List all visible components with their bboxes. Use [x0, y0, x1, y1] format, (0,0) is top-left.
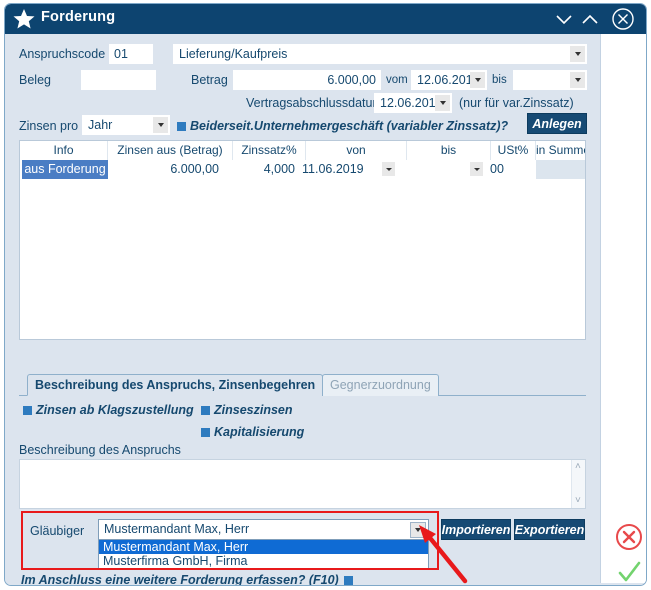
vertragsabschlussdatum-value: 12.06.2019 — [380, 96, 443, 110]
beleg-label: Beleg — [19, 73, 51, 87]
chevron-down-icon[interactable] — [410, 522, 426, 538]
forderung-dialog: Forderung Anspruchscode 01 Lieferung/Kau… — [4, 3, 647, 586]
checkbox-square-icon[interactable] — [201, 406, 210, 416]
cell-info[interactable]: aus Forderung — [22, 160, 108, 179]
list-item[interactable]: Mustermandant Max, Herr — [99, 540, 428, 554]
vertragsabschlussdatum-combo[interactable]: 12.06.2019 — [374, 93, 452, 113]
weitere-forderung-label: Im Anschluss eine weitere Forderung erfa… — [21, 573, 339, 586]
cell-von-chevron-down-icon[interactable] — [382, 162, 395, 176]
checkbox-zinsen-ab-klagszustellung-label: Zinsen ab Klagszustellung — [36, 403, 194, 417]
title-bar: Forderung — [5, 4, 646, 34]
beleg-input[interactable] — [81, 70, 156, 90]
grid-col-zinsen-aus: Zinsen aus (Betrag) — [108, 141, 233, 160]
tab-strip: Beschreibung des Anspruchs, Zinsenbegehr… — [19, 374, 586, 396]
cell-bis-chevron-down-icon[interactable] — [470, 162, 483, 176]
chevron-down-icon[interactable] — [570, 72, 585, 88]
bis-date-combo[interactable] — [513, 70, 587, 90]
chevron-down-icon[interactable] — [551, 6, 577, 32]
window-title: Forderung — [41, 9, 116, 25]
vom-date-combo[interactable]: 12.06.2019 — [411, 70, 487, 90]
star-icon — [12, 7, 36, 31]
glaeubiger-selected-value: Mustermandant Max, Herr — [104, 522, 250, 536]
importieren-button-label: Importieren — [441, 522, 511, 537]
textarea-scrollbar[interactable]: ˄ ˅ — [571, 460, 585, 508]
vom-label: vom — [386, 74, 408, 86]
checkbox-zinseszinsen-label: Zinseszinsen — [214, 403, 293, 417]
cell-zinsen-aus-betrag[interactable]: 6.000,00 — [108, 160, 226, 179]
grid-header-row: Info Zinsen aus (Betrag) Zinssatz% von b… — [20, 141, 585, 160]
checkbox-square-icon[interactable] — [343, 576, 353, 585]
checkbox-square-icon[interactable] — [201, 428, 210, 438]
cancel-button[interactable] — [613, 521, 645, 553]
zinsen-pro-label: Zinsen pro — [19, 119, 79, 133]
application-window: Forderung Anspruchscode 01 Lieferung/Kau… — [0, 0, 651, 590]
zinsen-pro-combo[interactable]: Jahr — [82, 115, 170, 135]
scroll-down-icon[interactable]: ˅ — [575, 496, 581, 506]
cell-zinssatz[interactable]: 4,000 — [226, 160, 299, 179]
glaeubiger-label: Gläubiger — [30, 524, 85, 538]
glaeubiger-dropdown-list[interactable]: Mustermandant Max, Herr Musterfirma GmbH… — [98, 539, 429, 569]
weitere-forderung-checkbox[interactable]: Im Anschluss eine weitere Forderung erfa… — [21, 573, 353, 586]
anspruchsart-value: Lieferung/Kaufpreis — [179, 47, 288, 61]
vertragsabschlussdatum-label: Vertragsabschlussdatum — [246, 96, 383, 110]
tab-gegnerzuordnung-label: Gegnerzuordnung — [330, 378, 431, 392]
grid-col-in-summe: in Summe — [536, 143, 585, 157]
beschreibung-textarea[interactable]: ˄ ˅ — [19, 459, 586, 509]
beschreibung-label: Beschreibung des Anspruchs — [19, 443, 181, 457]
tab-gegnerzuordnung[interactable]: Gegnerzuordnung — [322, 374, 439, 396]
list-item[interactable]: Musterfirma GmbH, Firma — [99, 554, 428, 568]
checkbox-kapitalisierung[interactable]: Kapitalisierung — [201, 425, 304, 439]
zinsen-pro-value: Jahr — [88, 118, 113, 132]
checkbox-kapitalisierung-label: Kapitalisierung — [214, 425, 305, 439]
unternehmergeschaeft-checkbox[interactable]: Beiderseit.Unternehmergeschäft (variable… — [177, 119, 508, 133]
action-gutter — [600, 34, 646, 583]
betrag-label: Betrag — [191, 73, 228, 87]
confirm-button[interactable] — [613, 556, 645, 585]
table-row[interactable]: aus Forderung 6.000,00 4,000 11.06.2019 … — [20, 160, 585, 179]
cell-von[interactable]: 11.06.2019 — [302, 160, 378, 179]
importieren-button[interactable]: Importieren — [441, 519, 511, 540]
grid-col-von: von — [306, 141, 407, 160]
grid-col-bis: bis — [407, 141, 491, 160]
dialog-body: Anspruchscode 01 Lieferung/Kaufpreis Bel… — [5, 34, 646, 586]
chevron-down-icon[interactable] — [435, 95, 450, 111]
checkbox-square-icon[interactable] — [177, 122, 186, 132]
anlegen-button-label: Anlegen — [532, 116, 582, 131]
scroll-up-icon[interactable]: ˄ — [575, 462, 581, 472]
chevron-down-icon[interactable] — [570, 46, 585, 62]
cell-ust[interactable]: 00 — [490, 160, 534, 179]
close-icon[interactable] — [610, 6, 636, 32]
anspruchscode-input[interactable]: 01 — [109, 44, 153, 64]
chevron-down-icon[interactable] — [470, 72, 485, 88]
glaeubiger-combo[interactable]: Mustermandant Max, Herr — [98, 519, 429, 540]
chevron-up-icon[interactable] — [577, 6, 603, 32]
var-zinssatz-hint: (nur für var.Zinssatz) — [459, 96, 574, 110]
bis-label: bis — [492, 74, 507, 86]
grid-col-ust: USt% — [491, 141, 536, 160]
checkbox-zinsen-ab-klagszustellung[interactable]: Zinsen ab Klagszustellung — [23, 403, 194, 417]
grid-col-zinssatz: Zinssatz% — [233, 141, 306, 160]
unternehmergeschaeft-label: Beiderseit.Unternehmergeschäft (variable… — [190, 119, 509, 133]
betrag-input[interactable]: 6.000,00 — [233, 70, 381, 90]
exportieren-button[interactable]: Exportieren — [514, 519, 585, 540]
exportieren-button-label: Exportieren — [514, 522, 585, 537]
checkbox-square-icon[interactable] — [23, 406, 32, 416]
anspruchsart-combo[interactable]: Lieferung/Kaufpreis — [173, 44, 587, 64]
tab-beschreibung[interactable]: Beschreibung des Anspruchs, Zinsenbegehr… — [27, 374, 324, 396]
zinsen-grid[interactable]: Info Zinsen aus (Betrag) Zinssatz% von b… — [19, 140, 586, 340]
anspruchscode-label: Anspruchscode — [19, 47, 106, 61]
checkbox-zinseszinsen[interactable]: Zinseszinsen — [201, 403, 293, 417]
tab-beschreibung-label: Beschreibung des Anspruchs, Zinsenbegehr… — [35, 378, 316, 392]
anlegen-button[interactable]: Anlegen — [527, 113, 587, 134]
cell-bis[interactable] — [405, 160, 467, 179]
chevron-down-icon[interactable] — [153, 117, 168, 133]
cell-in-summe[interactable] — [536, 160, 585, 179]
grid-col-info: Info — [20, 141, 108, 160]
